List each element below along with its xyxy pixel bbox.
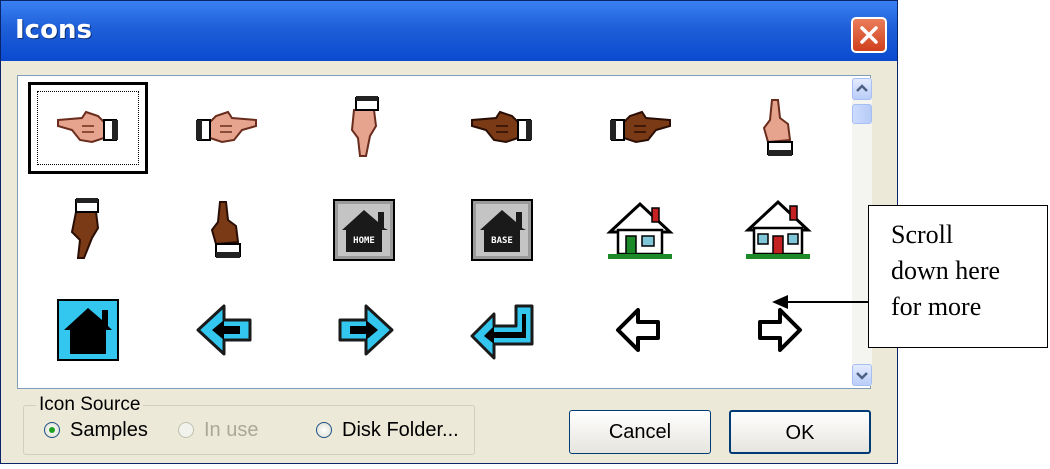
ok-button[interactable]: OK: [729, 410, 871, 454]
annotation-line-3: for more: [891, 292, 982, 321]
home-gray-icon-label: HOME: [353, 236, 375, 246]
annotation-arrow: [772, 295, 868, 309]
arrow-right-cyan-icon: [338, 304, 394, 356]
arrow-left-outline-icon: [616, 308, 660, 352]
radio-disk-folder-indicator[interactable]: [316, 422, 332, 438]
hand-pointing-down-dark-icon: [70, 198, 100, 259]
radio-samples-indicator[interactable]: [44, 422, 60, 438]
hand-pointing-right-dark-item[interactable]: [580, 82, 700, 174]
hand-pointing-right-dark-icon: [610, 110, 671, 144]
icon-list[interactable]: HOME BASE: [17, 75, 872, 389]
radio-disk-folder-label[interactable]: Disk Folder...: [342, 419, 459, 442]
home-cyan-item[interactable]: [28, 284, 148, 376]
hand-pointing-right-light-icon: [196, 110, 257, 144]
dialog-title: Icons: [15, 15, 92, 45]
arrow-return-cyan-icon: [470, 304, 534, 360]
house-green-door-icon: [606, 201, 674, 259]
arrow-left-cyan-item[interactable]: [166, 284, 286, 376]
base-gray-icon-label: BASE: [491, 236, 513, 246]
annotation-line-1: Scroll: [891, 220, 954, 249]
scroll-down-button[interactable]: [852, 364, 872, 386]
hand-pointing-down-dark-item[interactable]: [28, 184, 148, 276]
arrow-return-cyan-item[interactable]: [442, 284, 562, 376]
close-button[interactable]: [851, 17, 887, 53]
base-gray-icon: BASE: [471, 199, 533, 261]
house-red-door-item[interactable]: [718, 184, 838, 276]
hand-pointing-down-light-item[interactable]: [304, 82, 424, 174]
close-icon: [860, 26, 878, 44]
arrow-left-outline-item[interactable]: [580, 284, 700, 376]
home-cyan-icon: [57, 299, 119, 361]
chevron-down-icon: [856, 372, 868, 380]
cancel-button[interactable]: Cancel: [569, 410, 711, 454]
radio-samples-label[interactable]: Samples: [70, 419, 148, 442]
arrow-right-cyan-item[interactable]: [304, 284, 424, 376]
hand-pointing-left-light-icon: [57, 110, 118, 144]
hand-pointing-left-dark-item[interactable]: [442, 82, 562, 174]
hand-pointing-left-dark-icon: [471, 110, 532, 144]
hand-pointing-right-light-item[interactable]: [166, 82, 286, 174]
annotation-line-2: down here: [891, 256, 1001, 285]
icon-source-group: Icon Source Samples In use Disk Folder..…: [23, 394, 475, 455]
scroll-up-button[interactable]: [852, 78, 872, 100]
home-gray-item[interactable]: HOME: [304, 184, 424, 276]
radio-in-use-label: In use: [204, 419, 259, 441]
hand-pointing-up-light-icon: [762, 99, 793, 156]
house-green-door-item[interactable]: [580, 184, 700, 276]
home-gray-icon: HOME: [333, 199, 395, 261]
icons-dialog: Icons HOME BASE Icon Source Samples In u…: [0, 0, 898, 464]
chevron-up-icon: [856, 84, 868, 92]
hand-pointing-left-light-item[interactable]: [28, 82, 148, 174]
house-red-door-icon: [744, 199, 812, 259]
arrow-left-cyan-icon: [196, 304, 252, 356]
hand-pointing-down-light-icon: [350, 96, 379, 157]
scroll-thumb[interactable]: [852, 104, 872, 124]
hand-pointing-up-dark-icon: [210, 201, 241, 258]
annotation-callout: Scroll down here for more: [868, 205, 1048, 348]
title-bar[interactable]: Icons: [1, 1, 897, 61]
icon-source-label: Icon Source: [36, 394, 144, 416]
hand-pointing-up-light-item[interactable]: [718, 82, 838, 174]
base-gray-item[interactable]: BASE: [442, 184, 562, 276]
hand-pointing-up-dark-item[interactable]: [166, 184, 286, 276]
radio-in-use-indicator: [178, 422, 194, 438]
